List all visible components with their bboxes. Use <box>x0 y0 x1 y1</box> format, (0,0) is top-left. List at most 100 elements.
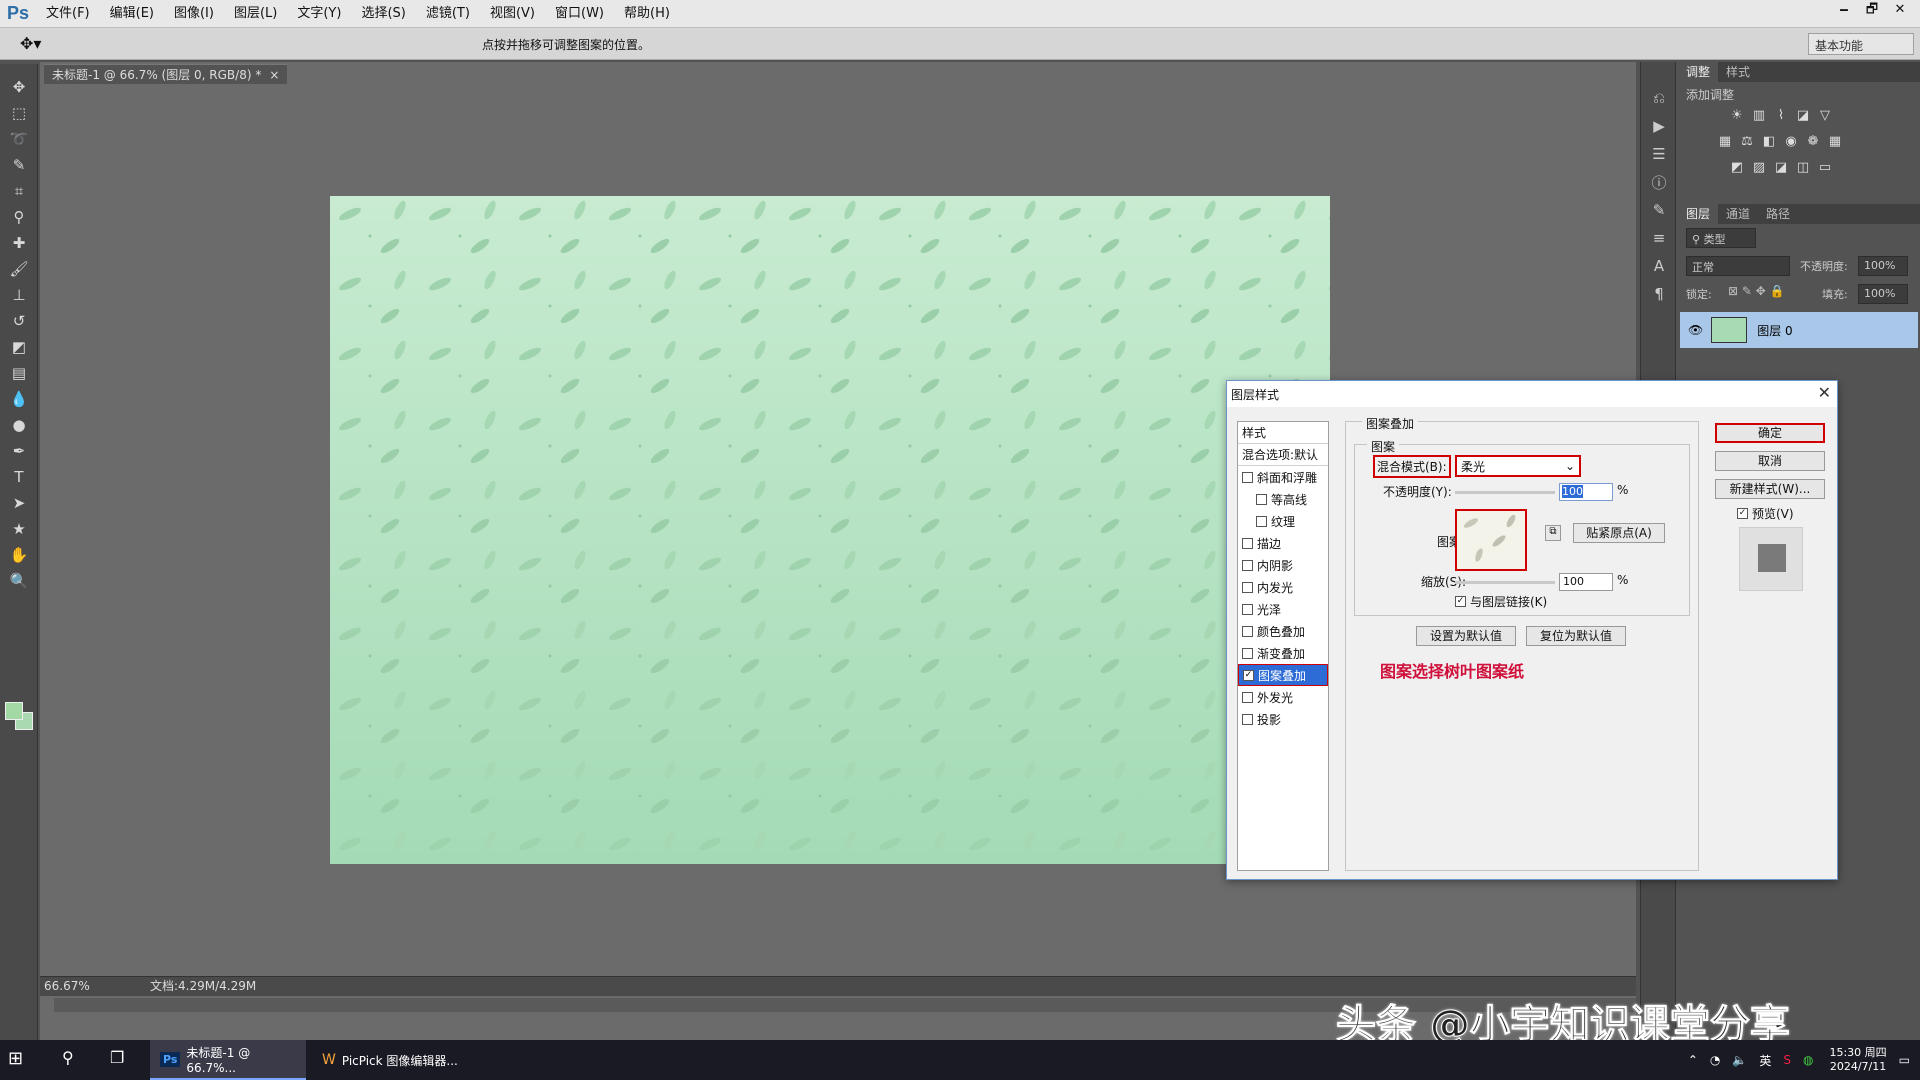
posterize-icon[interactable]: ▨ <box>1748 156 1770 178</box>
checkbox-checked[interactable]: ✓ <box>1243 669 1254 681</box>
opacity-slider[interactable] <box>1455 491 1555 494</box>
crop-icon[interactable]: ⌗ <box>0 178 38 204</box>
style-drop-shadow[interactable]: 投影 <box>1238 708 1328 730</box>
style-texture[interactable]: 纹理 <box>1238 510 1328 532</box>
blend-options-item[interactable]: 混合选项:默认 <box>1238 444 1328 466</box>
checkbox[interactable] <box>1242 625 1253 637</box>
blend-mode-dropdown[interactable]: 柔光 ⌄ <box>1455 455 1581 477</box>
style-color-overlay[interactable]: 颜色叠加 <box>1238 620 1328 642</box>
scale-input[interactable]: 100 <box>1559 573 1613 591</box>
menu-image[interactable]: 图像(I) <box>164 0 224 28</box>
scale-slider[interactable] <box>1455 581 1555 584</box>
levels-icon[interactable]: ▥ <box>1748 104 1770 126</box>
tab-adjustments[interactable]: 调整 <box>1678 62 1719 82</box>
hue-saturation-icon[interactable]: ▦ <box>1714 130 1736 152</box>
brightness-icon[interactable]: ☀ <box>1726 104 1748 126</box>
invert-icon[interactable]: ◩ <box>1726 156 1748 178</box>
style-pattern-overlay[interactable]: ✓ 图案叠加 <box>1238 664 1328 686</box>
notification-icon[interactable]: ▭ <box>1899 1053 1910 1067</box>
search-icon[interactable]: ⚲ <box>62 1048 74 1067</box>
style-contour[interactable]: 等高线 <box>1238 488 1328 510</box>
menu-help[interactable]: 帮助(H) <box>614 0 680 28</box>
lasso-icon[interactable]: ➰ <box>0 126 38 152</box>
network-icon[interactable]: ◔ <box>1710 1053 1720 1067</box>
cancel-button[interactable]: 取消 <box>1715 451 1825 471</box>
eyedropper-icon[interactable]: ⚲ <box>0 204 38 230</box>
photo-filter-icon[interactable]: ◉ <box>1780 130 1802 152</box>
layer-row[interactable]: 👁 图层 0 <box>1680 312 1918 348</box>
blend-mode-select[interactable]: 正常 <box>1686 256 1790 276</box>
character-panel-icon[interactable]: A <box>1641 252 1677 280</box>
menu-window[interactable]: 窗口(W) <box>545 0 614 28</box>
vibrance-icon[interactable]: ▽ <box>1814 104 1836 126</box>
brush-icon[interactable]: 🖌 <box>0 256 38 282</box>
taskbar-photoshop[interactable]: Ps 未标题-1 @ 66.7%... <box>150 1040 306 1080</box>
tab-layers[interactable]: 图层 <box>1678 204 1719 224</box>
fill-input[interactable]: 100% <box>1858 284 1908 304</box>
properties-panel-icon[interactable]: ☰ <box>1641 140 1677 168</box>
history-brush-icon[interactable]: ↺ <box>0 308 38 334</box>
minimize-button[interactable]: 🗕 <box>1830 1 1858 19</box>
checkbox-checked[interactable]: ✓ <box>1455 596 1466 607</box>
checkbox[interactable] <box>1242 471 1253 483</box>
style-bevel-emboss[interactable]: 斜面和浮雕 <box>1238 466 1328 488</box>
style-inner-shadow[interactable]: 内阴影 <box>1238 554 1328 576</box>
menu-layer[interactable]: 图层(L) <box>224 0 287 28</box>
zoom-level[interactable]: 66.67% <box>44 977 90 995</box>
hand-icon[interactable]: ✋ <box>0 542 38 568</box>
move-tool-preset-icon[interactable]: ✥▾ <box>20 34 41 53</box>
checkbox[interactable] <box>1256 515 1267 527</box>
style-gradient-overlay[interactable]: 渐变叠加 <box>1238 642 1328 664</box>
exposure-icon[interactable]: ◪ <box>1792 104 1814 126</box>
menu-select[interactable]: 选择(S) <box>351 0 415 28</box>
gradient-map-icon[interactable]: ▭ <box>1814 156 1836 178</box>
opacity-input[interactable]: 100% <box>1858 256 1908 276</box>
link-with-layer-row[interactable]: ✓ 与图层链接(K) <box>1455 593 1547 610</box>
checkbox-checked[interactable]: ✓ <box>1737 508 1748 519</box>
ok-button[interactable]: 确定 <box>1715 423 1825 443</box>
checkbox[interactable] <box>1242 691 1253 703</box>
actions-panel-icon[interactable]: ▶ <box>1641 112 1677 140</box>
checkbox[interactable] <box>1242 603 1253 615</box>
taskbar-picpick[interactable]: W PicPick 图像编辑器... <box>312 1040 472 1080</box>
preview-row[interactable]: ✓ 预览(V) <box>1737 505 1794 522</box>
checkbox[interactable] <box>1242 713 1253 725</box>
checkbox[interactable] <box>1242 647 1253 659</box>
document-tab-close-icon[interactable]: × <box>269 68 279 82</box>
workspace-select[interactable]: 基本功能 <box>1808 33 1914 55</box>
snap-to-origin-button[interactable]: 贴紧原点(A) <box>1573 523 1665 543</box>
tab-channels[interactable]: 通道 <box>1718 204 1758 224</box>
lock-icons[interactable]: ⊠ ✎ ✥ 🔒 <box>1728 284 1785 298</box>
blur-icon[interactable]: 💧 <box>0 386 38 412</box>
gradient-icon[interactable]: ▤ <box>0 360 38 386</box>
tab-styles[interactable]: 样式 <box>1718 62 1758 82</box>
opacity-input[interactable]: 100 <box>1559 483 1613 501</box>
task-view-icon[interactable]: ❐ <box>110 1048 124 1067</box>
style-inner-glow[interactable]: 内发光 <box>1238 576 1328 598</box>
curves-icon[interactable]: ⌇ <box>1770 104 1792 126</box>
menu-file[interactable]: 文件(F) <box>36 0 100 28</box>
checkbox[interactable] <box>1242 581 1253 593</box>
close-button[interactable]: ✕ <box>1886 1 1914 19</box>
security-icon[interactable]: ◍ <box>1803 1053 1813 1067</box>
pen-icon[interactable]: ✒ <box>0 438 38 464</box>
type-icon[interactable]: T <box>0 464 38 490</box>
canvas[interactable] <box>330 196 1330 864</box>
quick-select-icon[interactable]: ✎ <box>0 152 38 178</box>
foreground-color-swatch[interactable] <box>5 702 23 720</box>
info-panel-icon[interactable]: ⓘ <box>1641 168 1677 196</box>
windows-start-icon[interactable]: ⊞ <box>8 1048 23 1069</box>
checkbox[interactable] <box>1256 493 1267 505</box>
color-balance-icon[interactable]: ⚖ <box>1736 130 1758 152</box>
selective-color-icon[interactable]: ◫ <box>1792 156 1814 178</box>
clock[interactable]: 15:30 周四 2024/7/11 <box>1829 1046 1886 1074</box>
pattern-picker[interactable] <box>1455 509 1527 571</box>
healing-icon[interactable]: ✚ <box>0 230 38 256</box>
move-icon[interactable]: ✥ <box>0 74 38 100</box>
layer-name[interactable]: 图层 0 <box>1757 322 1792 339</box>
checkbox[interactable] <box>1242 537 1253 549</box>
style-outer-glow[interactable]: 外发光 <box>1238 686 1328 708</box>
reset-default-button[interactable]: 复位为默认值 <box>1526 626 1626 646</box>
checkbox[interactable] <box>1242 559 1253 571</box>
paragraph-panel-icon[interactable]: ¶ <box>1641 280 1677 308</box>
